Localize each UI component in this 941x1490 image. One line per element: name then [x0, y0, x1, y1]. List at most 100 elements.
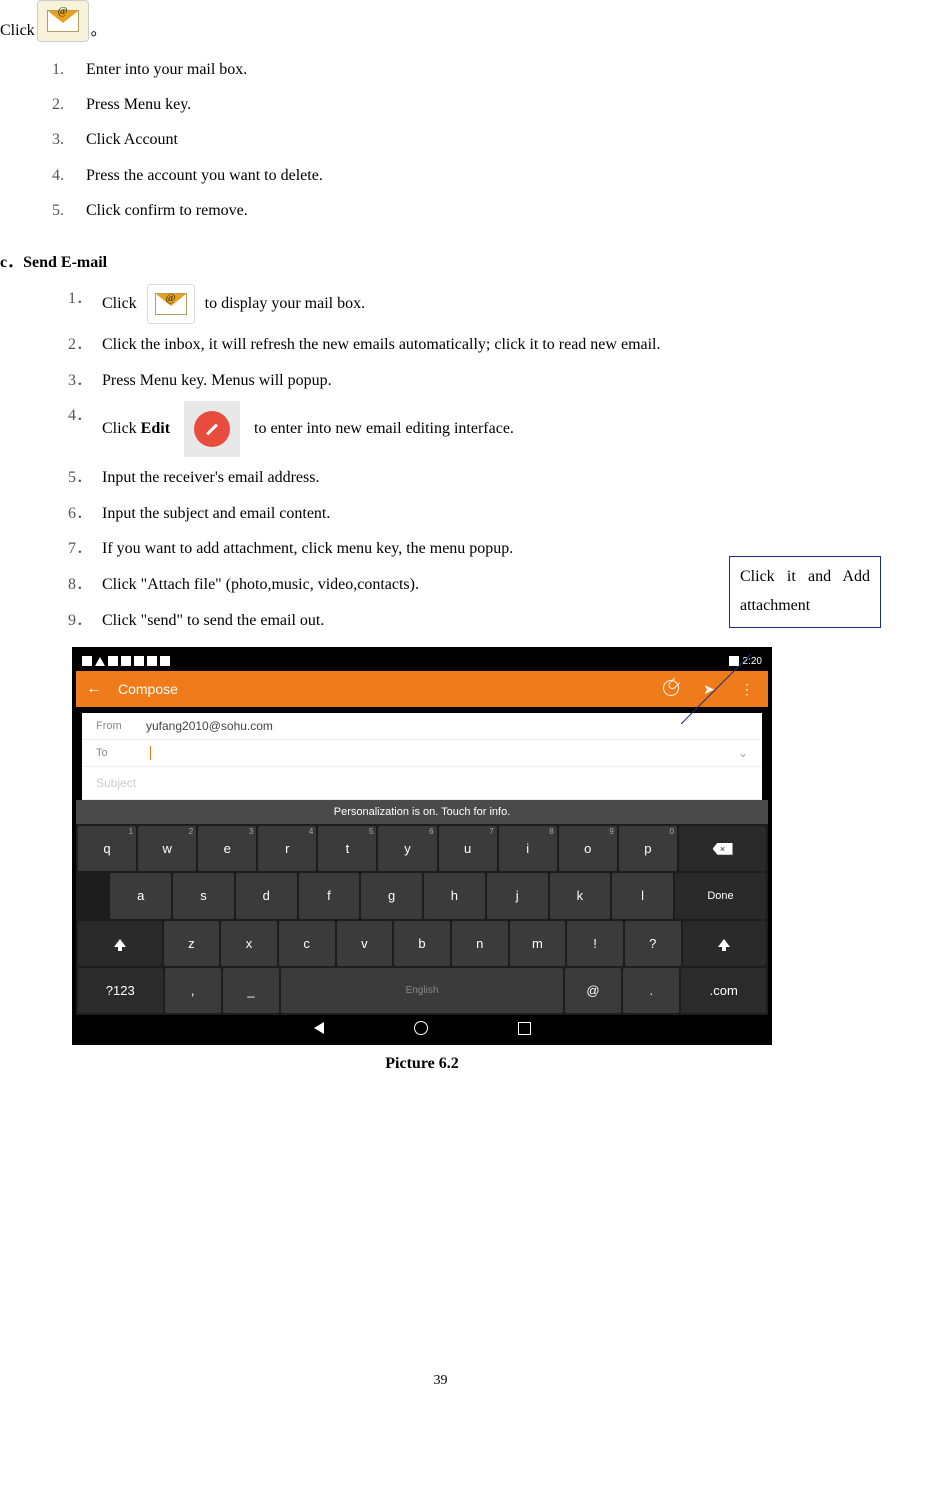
status-icon	[134, 656, 144, 666]
mail-app-icon: @	[37, 0, 89, 42]
nav-back-icon[interactable]	[314, 1022, 324, 1034]
key-label: a	[137, 888, 144, 903]
key-label: q	[103, 841, 110, 856]
overflow-menu-icon[interactable]: ⋮	[736, 681, 758, 698]
shift-icon	[718, 939, 730, 947]
key-q[interactable]: q1	[78, 826, 136, 871]
kb-row-2: a s dfgh j kl Done	[78, 873, 766, 918]
step-text: Click the inbox, it will refresh the new…	[102, 336, 661, 353]
expand-recipients-icon[interactable]: ⌄	[738, 746, 748, 760]
status-icon	[108, 656, 118, 666]
key-label: @	[586, 983, 599, 998]
key-i[interactable]: i8	[499, 826, 557, 871]
compose-app-bar: ← Compose ➤ ⋮	[76, 671, 768, 707]
personalization-toast[interactable]: Personalization is on. Touch for info.	[76, 800, 768, 824]
key-m[interactable]: m	[510, 921, 566, 966]
subject-field[interactable]: Subject	[82, 767, 762, 800]
nav-home-icon[interactable]	[414, 1021, 428, 1035]
key-label: o	[584, 841, 591, 856]
key-j[interactable]: j	[487, 873, 548, 918]
key-a[interactable]: a	[110, 873, 171, 918]
key-p[interactable]: p0	[619, 826, 677, 871]
list-item: Press Menu key. Menus will popup.	[68, 366, 881, 396]
key-backspace[interactable]: ×	[679, 826, 766, 871]
callout-text: Click it and Add attachment	[740, 568, 870, 614]
key-label: i	[526, 841, 529, 856]
key-c[interactable]: c	[279, 921, 335, 966]
key-g[interactable]: g	[361, 873, 422, 918]
key-label: j	[516, 888, 519, 903]
key-dotcom[interactable]: .com	[681, 968, 766, 1013]
key-x[interactable]: x	[221, 921, 277, 966]
key-label: t	[346, 841, 350, 856]
to-field[interactable]: To ⌄	[82, 740, 762, 767]
key-label: v	[361, 936, 368, 951]
key-l[interactable]: l	[612, 873, 673, 918]
step-text: Press the account you want to delete.	[86, 167, 323, 184]
key-dot[interactable]: .	[623, 968, 679, 1013]
key-s[interactable]: s	[173, 873, 234, 918]
key-v[interactable]: v	[337, 921, 393, 966]
page-number: 39	[0, 1373, 881, 1389]
to-label: To	[96, 747, 134, 759]
edit-bold: Edit	[141, 414, 170, 444]
key-label: r	[285, 841, 289, 856]
key-y[interactable]: y6	[378, 826, 436, 871]
key-label: ,	[191, 983, 195, 998]
key-superscript: 4	[309, 827, 313, 836]
device-screenshot: 2:20 ← Compose ➤ ⋮ From yufang2010@sohu.…	[72, 647, 772, 1045]
send-icon[interactable]: ➤	[698, 681, 720, 698]
status-icon	[160, 656, 170, 666]
from-field[interactable]: From yufang2010@sohu.com	[82, 713, 762, 740]
step-text: If you want to add attachment, click men…	[102, 540, 513, 557]
key-e[interactable]: e3	[198, 826, 256, 871]
key-d[interactable]: d	[236, 873, 297, 918]
key-superscript: 0	[669, 827, 673, 836]
attach-icon[interactable]	[660, 680, 682, 699]
key-o[interactable]: o9	[559, 826, 617, 871]
key-label: English	[406, 985, 439, 996]
key-![interactable]: !	[567, 921, 623, 966]
key-r[interactable]: r4	[258, 826, 316, 871]
list-item: Input the subject and email content.	[68, 499, 881, 529]
key-symbols[interactable]: ?123	[78, 968, 163, 1013]
key-b[interactable]: b	[394, 921, 450, 966]
list-item: Press the account you want to delete.	[52, 162, 881, 189]
nav-recents-icon[interactable]	[518, 1022, 531, 1035]
figure-caption: Picture 6.2	[72, 1055, 772, 1073]
key-label: c	[303, 936, 310, 951]
key-label: Done	[707, 890, 733, 902]
figure-compose-screenshot: 2:20 ← Compose ➤ ⋮ From yufang2010@sohu.…	[72, 647, 772, 1073]
key-underscore[interactable]: _	[223, 968, 279, 1013]
key-label: ?	[649, 936, 656, 951]
compose-fields: From yufang2010@sohu.com To ⌄ Subject	[76, 707, 768, 800]
battery-icon	[729, 656, 739, 666]
backspace-icon: ×	[713, 843, 733, 855]
key-space[interactable]: English	[281, 968, 563, 1013]
key-label: s	[200, 888, 207, 903]
key-shift[interactable]	[78, 921, 162, 966]
system-nav-bar	[76, 1015, 768, 1041]
section-heading-send-email: c．Send E-mail	[0, 248, 881, 272]
key-u[interactable]: u7	[439, 826, 497, 871]
key-h[interactable]: h	[424, 873, 485, 918]
key-z[interactable]: z	[164, 921, 220, 966]
key-?[interactable]: ?	[625, 921, 681, 966]
key-t[interactable]: t5	[318, 826, 376, 871]
delete-account-steps: Enter into your mail box. Press Menu key…	[52, 56, 881, 224]
key-label: m	[532, 936, 543, 951]
key-k[interactable]: k	[550, 873, 611, 918]
key-w[interactable]: w2	[138, 826, 196, 871]
key-shift[interactable]	[683, 921, 767, 966]
key-comma[interactable]: ,	[165, 968, 221, 1013]
back-arrow-icon[interactable]: ←	[86, 680, 102, 698]
step-text: Click "Attach file" (photo,music, video,…	[102, 576, 419, 593]
key-at[interactable]: @	[565, 968, 621, 1013]
from-label: From	[96, 720, 134, 732]
key-f[interactable]: f	[299, 873, 360, 918]
key-n[interactable]: n	[452, 921, 508, 966]
section-letter: c．	[0, 254, 23, 271]
key-superscript: 6	[429, 827, 433, 836]
key-done[interactable]: Done	[675, 873, 766, 918]
list-item: Click Account	[52, 126, 881, 153]
